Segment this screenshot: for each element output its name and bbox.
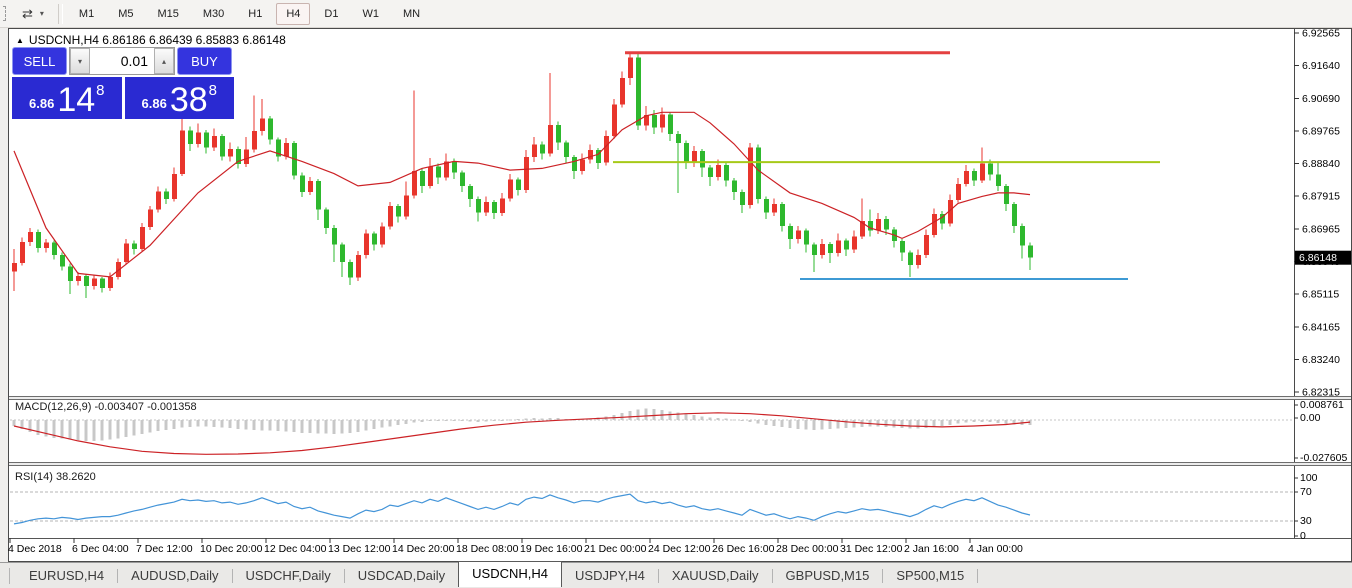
timeframe-m1-button[interactable]: M1: [69, 3, 104, 25]
timeframe-d1-button[interactable]: D1: [314, 3, 348, 25]
tab-eurusd-h4[interactable]: EURUSD,H4: [16, 565, 117, 586]
chart-title: ▲ USDCNH,H4 6.86186 6.86439 6.85883 6.861…: [16, 33, 286, 47]
chart-tab-bar: EURUSD,H4 AUDUSD,Daily USDCHF,Daily USDC…: [0, 562, 1352, 588]
sell-price-display[interactable]: 6.86 14 8: [12, 77, 122, 119]
volume-control: ▾ ▴: [69, 47, 175, 75]
tab-usdjpy-h4[interactable]: USDJPY,H4: [562, 565, 658, 586]
tab-usdcnh-h4[interactable]: USDCNH,H4: [458, 561, 562, 587]
timeframe-m30-button[interactable]: M30: [193, 3, 234, 25]
buy-price-pips: 38: [170, 85, 208, 115]
chart-tools-icon[interactable]: ⇄: [16, 4, 39, 24]
timeframe-w1-button[interactable]: W1: [352, 3, 389, 25]
dropdown-caret-icon[interactable]: ▾: [40, 9, 44, 18]
time-axis-border: [9, 538, 1351, 539]
timeframe-h1-button[interactable]: H1: [238, 3, 272, 25]
toolbar: ⇄ ▾ M1 M5 M15 M30 H1 H4 D1 W1 MN: [0, 0, 1352, 28]
buy-price-point: 8: [209, 82, 217, 99]
selection-tool-icon[interactable]: [0, 6, 6, 21]
tab-gbpusd-m15[interactable]: GBPUSD,M15: [773, 565, 883, 586]
sell-price-point: 8: [96, 82, 104, 99]
tab-usdchf-daily[interactable]: USDCHF,Daily: [233, 565, 344, 586]
rsi-indicator-label: RSI(14) 38.2620: [15, 471, 96, 483]
tab-sp500-m15[interactable]: SP500,M15: [883, 565, 977, 586]
tab-usdcad-daily[interactable]: USDCAD,Daily: [345, 565, 458, 586]
chart-title-text: USDCNH,H4 6.86186 6.86439 6.85883 6.8614…: [29, 33, 286, 47]
tab-audusd-daily[interactable]: AUDUSD,Daily: [118, 565, 231, 586]
rsi-pane-splitter[interactable]: [9, 462, 1351, 466]
one-click-trading-panel: SELL ▾ ▴ BUY 6.86 14 8 6.86 38 8: [12, 47, 234, 119]
collapse-arrow-icon[interactable]: ▲: [16, 36, 24, 45]
macd-pane-splitter[interactable]: [9, 396, 1351, 400]
volume-decrease-button[interactable]: ▾: [70, 48, 90, 74]
macd-indicator-label: MACD(12,26,9) -0.003407 -0.001358: [15, 401, 197, 413]
buy-price-display[interactable]: 6.86 38 8: [125, 77, 235, 119]
sell-price-prefix: 6.86: [29, 96, 54, 111]
buy-button[interactable]: BUY: [177, 47, 232, 75]
volume-increase-button[interactable]: ▴: [154, 48, 174, 74]
toolbar-separator: [58, 4, 63, 24]
sell-button[interactable]: SELL: [12, 47, 67, 75]
volume-input[interactable]: [90, 48, 154, 74]
buy-price-prefix: 6.86: [142, 96, 167, 111]
tab-xauusd-daily[interactable]: XAUUSD,Daily: [659, 565, 772, 586]
timeframe-m5-button[interactable]: M5: [108, 3, 143, 25]
timeframe-h4-button[interactable]: H4: [276, 3, 310, 25]
timeframe-m15-button[interactable]: M15: [147, 3, 188, 25]
sell-price-pips: 14: [57, 85, 95, 115]
timeframe-mn-button[interactable]: MN: [393, 3, 430, 25]
tab-bar-corner[interactable]: [0, 568, 10, 584]
